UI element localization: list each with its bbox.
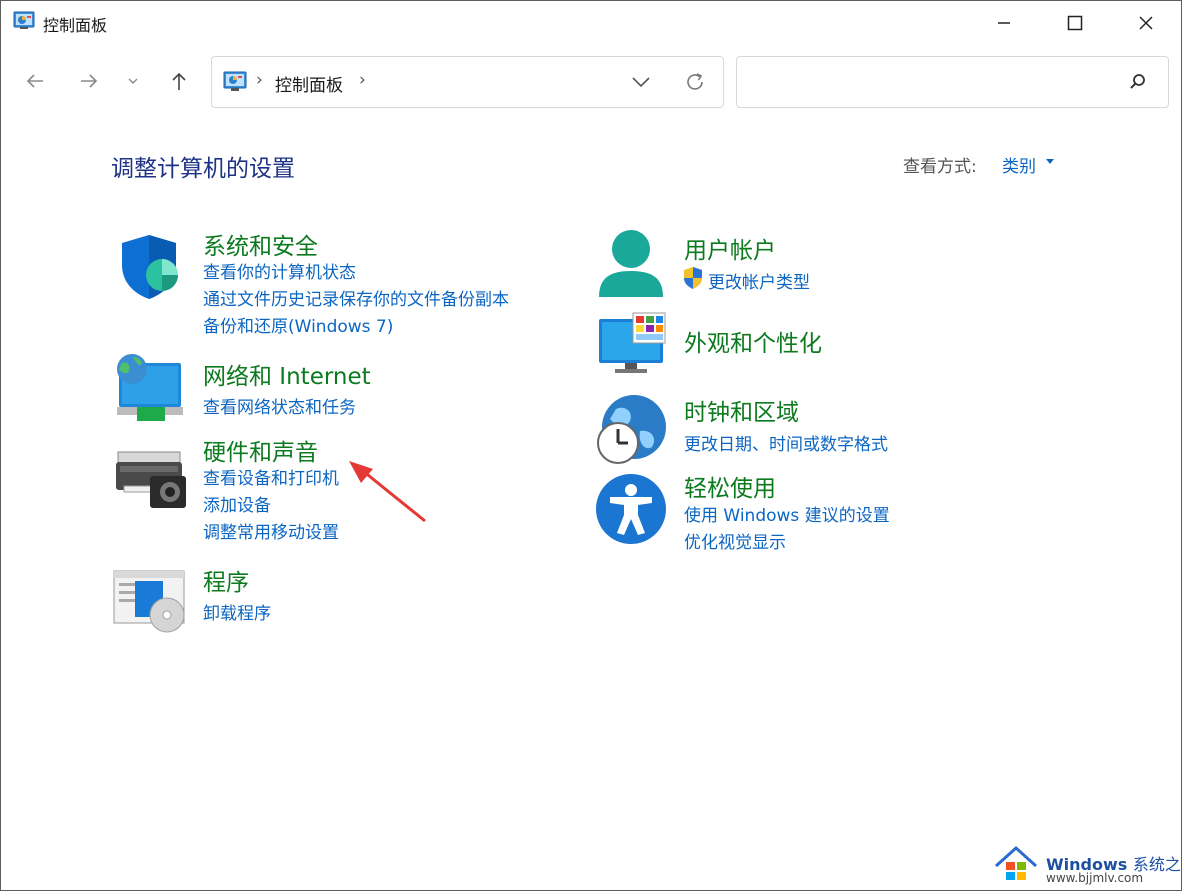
- network-globe-icon[interactable]: [113, 351, 185, 423]
- window-title: 控制面板: [43, 16, 108, 35]
- maximize-icon: [1067, 15, 1083, 31]
- arrow-up-icon: [172, 72, 186, 90]
- link-windows-suggested-settings[interactable]: 使用 Windows 建议的设置: [684, 501, 890, 526]
- refresh-icon: [687, 73, 703, 90]
- category-user-accounts-title[interactable]: 用户帐户: [684, 231, 776, 265]
- forward-button[interactable]: [71, 63, 107, 99]
- minimize-icon: [998, 22, 1010, 24]
- caret-down-icon[interactable]: [1046, 159, 1054, 164]
- breadcrumb-separator-icon: ›: [256, 70, 263, 90]
- address-bar[interactable]: › 控制面板 ›: [211, 56, 724, 108]
- chevron-down-icon: [632, 77, 650, 88]
- watermark-url: www.bjjmlv.com: [1046, 871, 1144, 885]
- view-by-dropdown[interactable]: 类别: [1002, 152, 1036, 177]
- up-button[interactable]: [161, 63, 197, 99]
- watermark-logo-icon: [994, 845, 1038, 880]
- control-panel-icon: [223, 71, 247, 91]
- link-add-device[interactable]: 添加设备: [203, 491, 271, 516]
- category-network-title[interactable]: 网络和 Internet: [203, 357, 371, 391]
- link-file-history[interactable]: 通过文件历史记录保存你的文件备份副本: [203, 285, 509, 310]
- title-bar: 控制面板: [1, 1, 1181, 45]
- shield-icon[interactable]: [114, 231, 184, 301]
- refresh-button[interactable]: [680, 69, 710, 95]
- minimize-button[interactable]: [969, 1, 1039, 45]
- address-history-button[interactable]: [626, 69, 656, 95]
- search-box[interactable]: [736, 56, 1169, 108]
- maximize-button[interactable]: [1040, 1, 1110, 45]
- category-clock-region-title[interactable]: 时钟和区域: [684, 393, 799, 427]
- close-button[interactable]: [1111, 1, 1181, 45]
- link-uninstall-program[interactable]: 卸载程序: [203, 599, 271, 624]
- category-appearance-title[interactable]: 外观和个性化: [684, 324, 822, 358]
- breadcrumb-separator-icon[interactable]: ›: [359, 70, 366, 90]
- control-panel-window: 控制面板 › 控制面板 › 调整计算机的设置 查看方式: 类别 系统和安全 查看…: [0, 0, 1182, 891]
- search-icon[interactable]: [1127, 71, 1149, 93]
- link-network-status[interactable]: 查看网络状态和任务: [203, 393, 356, 418]
- arrow-left-icon: [26, 74, 43, 88]
- search-input[interactable]: [747, 69, 1121, 95]
- printer-speaker-icon[interactable]: [114, 446, 188, 510]
- back-button[interactable]: [17, 63, 53, 99]
- control-panel-icon: [13, 11, 35, 29]
- link-mobility-settings[interactable]: 调整常用移动设置: [203, 518, 339, 543]
- category-ease-of-access-title[interactable]: 轻松使用: [684, 469, 776, 503]
- clock-globe-icon[interactable]: [594, 391, 670, 467]
- close-icon: [1139, 16, 1153, 30]
- page-title: 调整计算机的设置: [111, 156, 295, 182]
- link-view-computer-status[interactable]: 查看你的计算机状态: [203, 258, 356, 283]
- link-devices-printers[interactable]: 查看设备和打印机: [203, 464, 339, 489]
- appearance-monitor-icon[interactable]: [597, 311, 669, 377]
- breadcrumb-control-panel[interactable]: 控制面板: [275, 71, 343, 96]
- arrow-right-icon: [81, 74, 98, 88]
- link-change-date-time-format[interactable]: 更改日期、时间或数字格式: [684, 430, 888, 455]
- category-programs-title[interactable]: 程序: [203, 563, 249, 597]
- programs-icon[interactable]: [113, 569, 189, 633]
- link-backup-restore[interactable]: 备份和还原(Windows 7): [203, 312, 393, 337]
- uac-shield-icon: [684, 267, 702, 289]
- view-by-label: 查看方式:: [903, 157, 977, 177]
- category-system-security-title[interactable]: 系统和安全: [203, 227, 318, 261]
- category-hardware-sound-title[interactable]: 硬件和声音: [203, 433, 318, 467]
- link-change-account-type[interactable]: 更改帐户类型: [708, 268, 810, 293]
- link-optimize-visual-display[interactable]: 优化视觉显示: [684, 528, 786, 553]
- user-account-icon[interactable]: [595, 227, 667, 303]
- annotation-arrow-icon: [349, 461, 426, 523]
- accessibility-icon[interactable]: [595, 473, 667, 545]
- recent-locations-button[interactable]: [115, 63, 151, 99]
- chevron-down-icon: [128, 78, 138, 84]
